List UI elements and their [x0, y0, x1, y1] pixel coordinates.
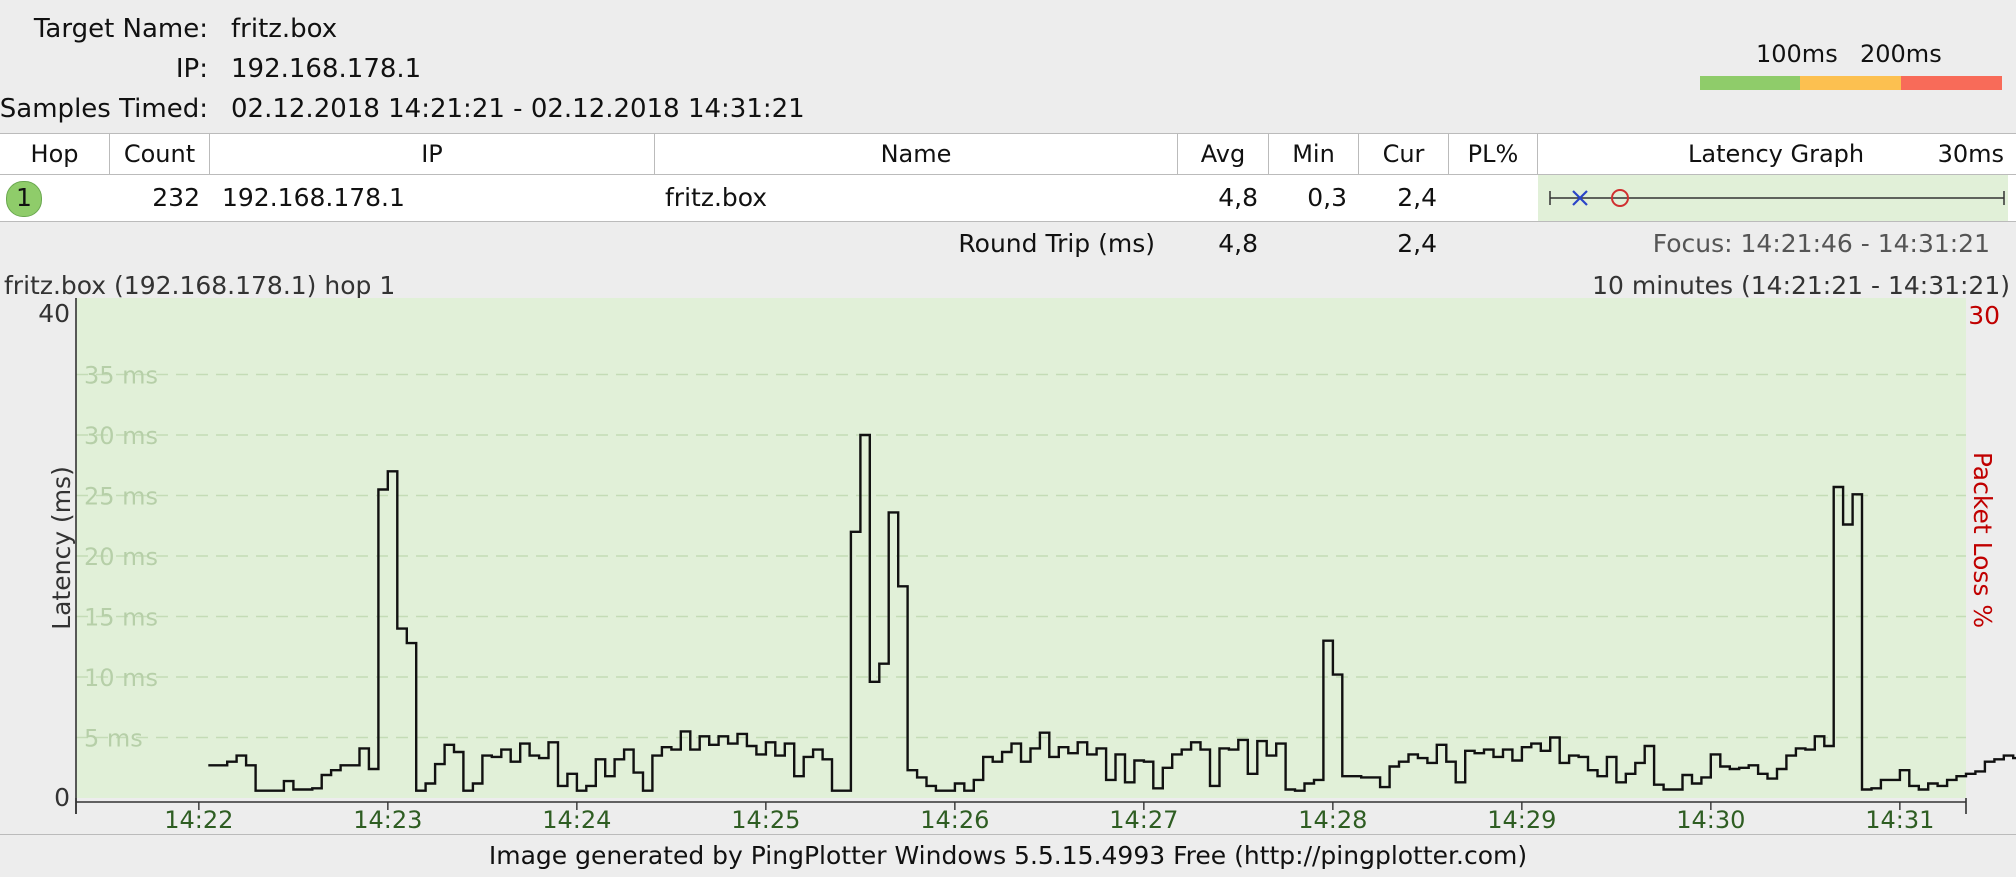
- footer-credit: Image generated by PingPlotter Windows 5…: [0, 834, 2016, 877]
- chart-time-range: 10 minutes (14:21:21 - 14:31:21): [1592, 271, 2010, 300]
- samples-label: Samples Timed:: [0, 94, 208, 124]
- hop-pl: [1449, 175, 1529, 221]
- y2-axis-label: Packet Loss %: [1968, 452, 1997, 628]
- latency-chart: fritz.box (192.168.178.1) hop 1 10 minut…: [0, 266, 2016, 834]
- hop-name: fritz.box: [665, 183, 768, 212]
- gridline-label-25: 25 ms: [84, 483, 158, 511]
- legend-bar-bad: [1901, 76, 2002, 90]
- column-header-count[interactable]: Count: [110, 134, 210, 174]
- column-header-cur[interactable]: Cur: [1359, 134, 1449, 174]
- x-tick-label-14:31: 14:31: [1865, 806, 1934, 834]
- y-axis-label: Latency (ms): [47, 466, 76, 630]
- round-trip-summary-row: Round Trip (ms) 4,8 2,4 Focus: 14:21:46 …: [0, 222, 2016, 267]
- legend-bar-good: [1700, 76, 1800, 90]
- hop-latency-mini-graph: [1538, 175, 2008, 221]
- hop-cur: 2,4: [1397, 183, 1437, 212]
- round-trip-cur: 2,4: [1397, 229, 1437, 258]
- legend-label-200ms: 200ms: [1860, 40, 1942, 68]
- column-header-avg[interactable]: Avg: [1178, 134, 1269, 174]
- gridline-label-30: 30 ms: [84, 422, 158, 450]
- gridline-label-10: 10 ms: [84, 664, 158, 692]
- y2-axis-max-label: 30: [1968, 301, 2000, 330]
- column-header-hop[interactable]: Hop: [0, 134, 110, 174]
- samples-value: 02.12.2018 14:21:21 - 02.12.2018 14:31:2…: [231, 94, 805, 124]
- gridline-label-5: 5 ms: [84, 725, 143, 753]
- round-trip-label: Round Trip (ms): [958, 229, 1155, 258]
- table-header: Hop Count IP Name Avg Min Cur PL% Latenc…: [0, 133, 2016, 175]
- hop-avg: 4,8: [1218, 183, 1258, 212]
- x-tick-label-14:22: 14:22: [164, 806, 233, 834]
- x-tick-label-14:26: 14:26: [920, 806, 989, 834]
- footer-text: Image generated by PingPlotter Windows 5…: [488, 841, 1528, 870]
- legend-label-100ms: 100ms: [1756, 40, 1838, 68]
- round-trip-avg: 4,8: [1218, 229, 1258, 258]
- column-header-ip[interactable]: IP: [210, 134, 655, 174]
- gridline-label-35: 35 ms: [84, 362, 158, 390]
- plot-area: [76, 298, 1966, 798]
- column-header-min[interactable]: Min: [1269, 134, 1359, 174]
- chart-title: fritz.box (192.168.178.1) hop 1: [4, 271, 395, 300]
- x-tick-label-14:25: 14:25: [731, 806, 800, 834]
- y-tick-label-0: 0: [54, 783, 70, 812]
- legend-bar-warn: [1800, 76, 1901, 90]
- target-name-label: Target Name:: [33, 14, 208, 44]
- focus-range: Focus: 14:21:46 - 14:31:21: [1652, 229, 1990, 258]
- x-tick-label-14:29: 14:29: [1487, 806, 1556, 834]
- ip-label: IP:: [175, 54, 208, 84]
- x-tick-label-14:30: 14:30: [1676, 806, 1745, 834]
- column-header-latency-graph[interactable]: Latency Graph 30ms: [1538, 134, 2016, 174]
- hop-count: 232: [152, 183, 200, 212]
- x-tick-label-14:27: 14:27: [1109, 806, 1178, 834]
- gridline-label-15: 15 ms: [84, 604, 158, 632]
- x-tick-label-14:23: 14:23: [353, 806, 422, 834]
- hop-min: 0,3: [1307, 183, 1347, 212]
- column-header-pl[interactable]: PL%: [1449, 134, 1538, 174]
- target-name-value: fritz.box: [231, 14, 338, 44]
- hop-ip: 192.168.178.1: [222, 183, 405, 212]
- x-tick-label-14:28: 14:28: [1298, 806, 1367, 834]
- latency-graph-scale: 30ms: [1937, 140, 2004, 168]
- y-tick-label-40: 40: [38, 299, 70, 328]
- gridline-label-20: 20 ms: [84, 543, 158, 571]
- x-tick-label-14:24: 14:24: [542, 806, 611, 834]
- hop-number: 1: [16, 183, 32, 212]
- column-header-name[interactable]: Name: [655, 134, 1178, 174]
- table-row[interactable]: 1 232 192.168.178.1 fritz.box 4,8 0,3 2,…: [0, 175, 2016, 222]
- ip-value: 192.168.178.1: [231, 54, 422, 84]
- latency-graph-title: Latency Graph: [1688, 140, 1865, 168]
